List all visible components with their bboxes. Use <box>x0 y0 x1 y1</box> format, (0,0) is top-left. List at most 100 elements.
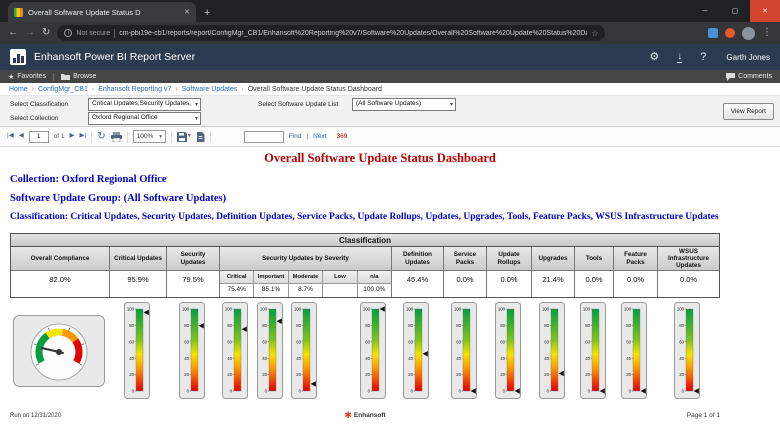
gauge-slot: 100806040200 <box>485 302 530 406</box>
extension-icon[interactable] <box>708 28 718 38</box>
page-number-label: Page 1 of 1 <box>386 412 720 419</box>
previous-page-icon[interactable]: ◀ <box>19 133 24 140</box>
profile-avatar[interactable] <box>742 27 755 40</box>
breadcrumb-enhansoft-reporting[interactable]: Enhansoft Reporting v7 <box>98 86 171 93</box>
classification-line: Classification: Critical Updates, Securi… <box>10 212 780 222</box>
svg-text:40: 40 <box>679 356 684 361</box>
screen: Overall Software Update Status D ✕ + ─ ▢… <box>0 0 780 439</box>
severity-column: n/a100.0% <box>357 271 391 297</box>
gauge-cell: 100806040200 <box>287 302 321 399</box>
help-icon[interactable]: ? <box>700 52 706 63</box>
info-icon[interactable]: i <box>64 29 72 37</box>
refresh-report-icon[interactable]: ↻ <box>97 132 105 142</box>
gauges-row: 100806040200 100806040200 100806040200 <box>10 302 720 406</box>
update-list-param-label: Select Software Update List <box>258 101 338 108</box>
collection-param-label: Select Collection <box>10 115 58 122</box>
page-number-input[interactable] <box>29 131 49 143</box>
print-layout-button[interactable] <box>196 132 205 142</box>
breadcrumb-software-updates[interactable]: Software Updates <box>182 86 238 93</box>
collection-dropdown[interactable]: Oxford Regional Office ▾ <box>88 112 201 125</box>
svg-text:100: 100 <box>497 307 505 312</box>
severity-header: n/a <box>358 271 391 284</box>
close-button[interactable]: ✕ <box>750 0 780 22</box>
browser-addressbar: ← → ↻ i Not secure cm-pbi19e-cb1/reports… <box>0 22 780 44</box>
collection-line: Collection: Oxford Regional Office <box>10 174 780 185</box>
svg-text:60: 60 <box>544 339 549 344</box>
svg-text:60: 60 <box>227 339 232 344</box>
browse-tab[interactable]: Browse <box>61 73 96 80</box>
app-header: Enhansoft Power BI Report Server ⚙ ↓ ? G… <box>0 44 780 70</box>
user-name[interactable]: Garth Jones <box>726 53 770 62</box>
menu-divider <box>53 73 54 81</box>
svg-text:40: 40 <box>408 356 413 361</box>
download-icon[interactable]: ↓ <box>677 52 682 63</box>
column-critical-updates: Critical Updates95.9% <box>109 247 166 297</box>
bookmark-star-icon[interactable]: ☆ <box>591 29 598 38</box>
column-header: Security Updates by Severity <box>220 247 391 271</box>
svg-text:20: 20 <box>500 372 505 377</box>
svg-text:80: 80 <box>262 323 267 328</box>
svg-text:100: 100 <box>624 307 632 312</box>
minimize-button[interactable]: ─ <box>690 0 720 22</box>
find-next-button[interactable]: Next <box>313 133 326 140</box>
find-button[interactable]: Find <box>289 133 302 140</box>
severity-value: 8.7% <box>289 284 322 296</box>
app-logo-icon[interactable] <box>10 49 26 65</box>
print-icon[interactable] <box>111 132 122 142</box>
breadcrumb-configmgr[interactable]: ConfigMgr_CB1 <box>38 86 88 93</box>
svg-text:100: 100 <box>677 307 685 312</box>
tab-close-icon[interactable]: ✕ <box>184 8 190 16</box>
back-icon[interactable]: ← <box>8 28 18 38</box>
next-page-icon[interactable]: ▶ <box>70 133 75 140</box>
svg-text:100: 100 <box>363 307 371 312</box>
vertical-gauge: 100806040200 <box>674 302 700 399</box>
menu-bar: ★ Favorites Browse Comments <box>0 70 780 83</box>
breadcrumb-separator-icon: › <box>241 86 243 93</box>
software-update-list-dropdown[interactable]: (All Software Updates) ▾ <box>352 98 456 111</box>
classification-dropdown-value: Critical Updates,Security Updates, <box>92 100 191 107</box>
breadcrumb-home[interactable]: Home <box>9 86 28 93</box>
first-page-icon[interactable]: |◀ <box>7 133 14 140</box>
export-button[interactable]: ▾ <box>177 132 191 142</box>
gauge-slot: 100806040200 <box>530 302 573 406</box>
favorites-tab[interactable]: ★ Favorites <box>8 73 46 81</box>
find-input[interactable] <box>244 131 284 143</box>
forward-icon[interactable]: → <box>25 28 35 38</box>
radial-gauge <box>13 315 105 387</box>
chevron-down-icon: ▾ <box>195 101 198 108</box>
svg-text:80: 80 <box>456 323 461 328</box>
browse-label: Browse <box>73 73 96 80</box>
tab-title: Overall Software Update Status D <box>28 8 179 17</box>
severity-header: Important <box>254 271 287 284</box>
vertical-gauge: 100806040200 <box>124 302 150 399</box>
column-header: Update Rollups <box>487 247 531 271</box>
enhansoft-logo: ✱ Enhansoft <box>344 411 385 420</box>
browser-tab[interactable]: Overall Software Update Status D ✕ <box>8 2 196 22</box>
zoom-value: 100% <box>137 133 154 140</box>
column-definition-updates: Definition Updates45.4% <box>391 247 443 297</box>
svg-text:100: 100 <box>225 307 233 312</box>
classification-dropdown[interactable]: Critical Updates,Security Updates, ▾ <box>88 98 201 111</box>
not-secure-label: Not secure <box>76 30 110 37</box>
svg-text:20: 20 <box>626 372 631 377</box>
svg-text:40: 40 <box>500 356 505 361</box>
settings-gear-icon[interactable]: ⚙ <box>649 52 659 63</box>
last-page-icon[interactable]: ▶| <box>80 133 87 140</box>
software-update-list-dropdown-value: (All Software Updates) <box>356 100 421 107</box>
comments-button[interactable]: Comments <box>726 73 772 81</box>
new-tab-button[interactable]: + <box>204 7 210 19</box>
vertical-gauge: 100806040200 <box>403 302 429 399</box>
vertical-gauge: 100806040200 <box>580 302 606 399</box>
svg-text:20: 20 <box>184 372 189 377</box>
maximize-button[interactable]: ▢ <box>720 0 750 22</box>
extension-icon-2[interactable] <box>725 28 735 38</box>
view-report-button[interactable]: View Report <box>723 103 774 120</box>
svg-text:100: 100 <box>541 307 549 312</box>
url-bar[interactable]: i Not secure cm-pbi19e-cb1/reports/repor… <box>57 25 605 41</box>
zoom-select[interactable]: 100% ▾ <box>133 130 166 143</box>
svg-text:20: 20 <box>585 372 590 377</box>
svg-text:100: 100 <box>406 307 414 312</box>
browser-menu-kebab-icon[interactable]: ⋮ <box>762 28 772 38</box>
red-badge: 369 <box>337 133 348 140</box>
reload-icon[interactable]: ↻ <box>42 28 50 38</box>
